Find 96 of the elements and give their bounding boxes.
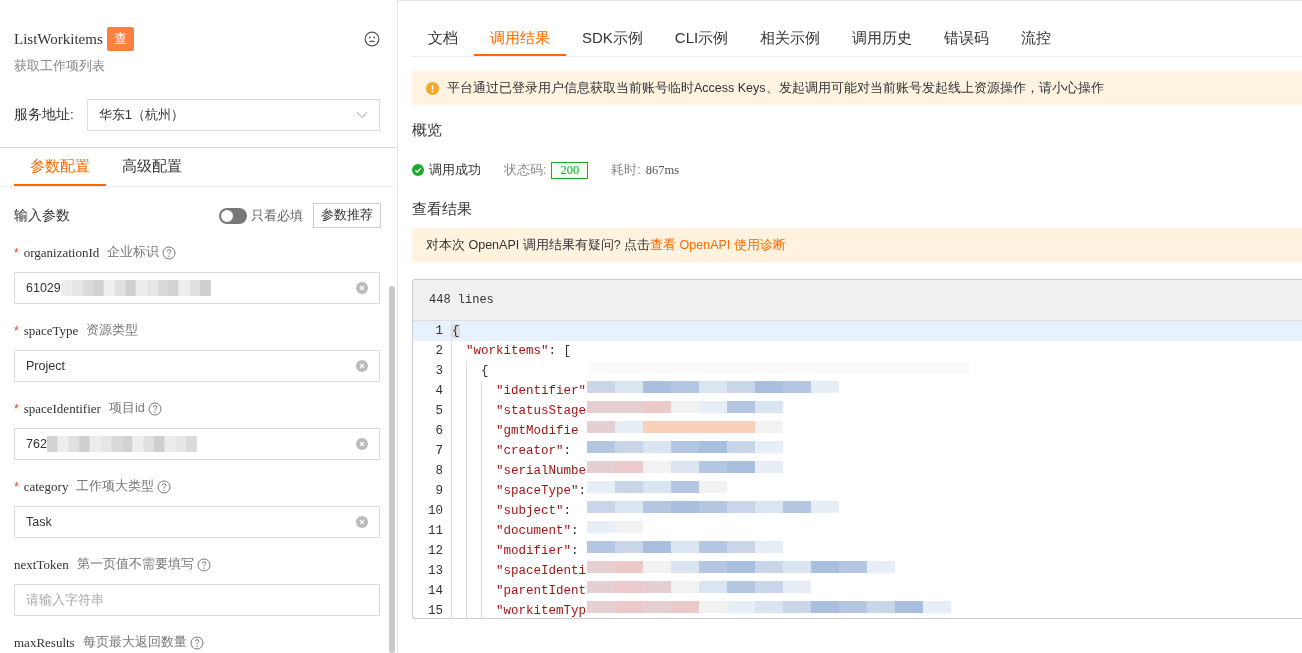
param-name: maxResults [14, 634, 75, 651]
line-number: 3 [434, 364, 444, 378]
elapsed-time: 867ms [645, 162, 680, 178]
required-asterisk: * [14, 245, 19, 260]
help-icon[interactable] [147, 401, 162, 416]
line-number: 11 [427, 524, 444, 538]
help-icon[interactable] [162, 245, 177, 260]
required-only-toggle[interactable] [219, 207, 247, 224]
required-asterisk: * [14, 401, 19, 416]
json-key: "statusStage [496, 404, 586, 418]
line-number: 8 [434, 464, 444, 478]
line-number: 1 [434, 324, 444, 338]
line-number: 2 [434, 344, 444, 358]
required-asterisk: * [14, 479, 19, 494]
result-tab[interactable]: 文档 [412, 22, 474, 56]
json-punctuation: { [452, 324, 460, 338]
config-tab[interactable]: 高级配置 [106, 148, 198, 186]
region-select[interactable]: 华东1（杭州） [86, 99, 380, 131]
query-badge: 查 [106, 27, 134, 51]
elapsed-label: 耗时: [611, 161, 641, 179]
json-key: "serialNumbe [496, 464, 586, 478]
help-icon[interactable] [189, 635, 204, 650]
line-number: 14 [427, 584, 444, 598]
json-key: "gmtModifie [496, 424, 579, 438]
param-description: 资源类型 [86, 322, 139, 339]
recommend-button[interactable]: 参数推荐 [313, 203, 381, 228]
line-number: 6 [434, 424, 444, 438]
param-input[interactable]: 61029 [14, 272, 380, 304]
status-code-label: 状态码: [504, 161, 547, 179]
param-name: nextToken [14, 556, 69, 573]
json-punctuation: { [481, 364, 489, 378]
json-punctuation: : [578, 484, 587, 498]
line-number: 5 [434, 404, 444, 418]
line-count: 448 lines [429, 293, 494, 307]
line-number: 9 [434, 484, 444, 498]
call-status: 调用成功 [429, 161, 481, 179]
json-key: "workitems" [466, 344, 549, 358]
toggle-label: 只看必填 [251, 206, 303, 225]
results-title: 查看结果 [412, 200, 473, 219]
result-tab[interactable]: 流控 [1005, 22, 1068, 56]
json-key: "subject" [496, 504, 564, 518]
param-input[interactable]: 762 [14, 428, 380, 460]
result-tab[interactable]: 调用历史 [836, 22, 929, 56]
param-description: 每页最大返回数量 [82, 634, 187, 651]
section-title: 输入参数 [14, 206, 70, 225]
param-name: spaceIdentifier [23, 400, 101, 417]
clear-icon[interactable] [356, 516, 368, 528]
json-punctuation: : [ [548, 344, 572, 358]
service-address-label: 服务地址: [14, 106, 74, 124]
param-input[interactable]: Task [14, 506, 380, 538]
api-name: ListWorkitems [14, 30, 103, 48]
line-number: 4 [434, 384, 444, 398]
param-description: 工作项大类型 [76, 478, 155, 495]
json-key: "modifier" [496, 544, 571, 558]
warning-icon [426, 81, 439, 95]
param-name: spaceType [23, 322, 79, 339]
json-key: "spaceIdenti [496, 564, 586, 578]
param-input[interactable]: Project [14, 350, 380, 382]
param-description: 企业标识 [107, 244, 160, 261]
json-key: "workitemTyp [496, 604, 586, 618]
api-description: 获取工作项列表 [14, 57, 106, 75]
required-asterisk: * [14, 323, 19, 338]
frown-face-icon[interactable] [364, 31, 380, 47]
clear-icon[interactable] [356, 438, 368, 450]
result-tab[interactable]: 相关示例 [744, 22, 837, 56]
result-tab[interactable]: SDK示例 [566, 22, 659, 56]
line-number: 7 [434, 444, 444, 458]
line-number: 10 [427, 504, 444, 518]
json-key: "parentIdent [496, 584, 586, 598]
result-tab[interactable]: CLI示例 [658, 22, 745, 56]
json-punctuation: : [563, 444, 572, 458]
json-key: "creator" [496, 444, 564, 458]
help-icon[interactable] [196, 557, 211, 572]
line-number: 12 [427, 544, 444, 558]
param-name: organizationId [23, 244, 100, 261]
clear-icon[interactable] [356, 282, 368, 294]
help-icon[interactable] [157, 479, 172, 494]
param-name: category [23, 478, 69, 495]
hint-text: 对本次 OpenAPI 调用结果有疑问? 点击 [426, 236, 651, 254]
result-tab[interactable]: 错误码 [928, 22, 1006, 56]
json-punctuation: : [571, 524, 579, 538]
overview-title: 概览 [412, 121, 443, 140]
warning-text: 平台通过已登录用户信息获取当前账号临时Access Keys、发起调用可能对当前账号发起线上资源操作，请小心操作 [447, 79, 1104, 97]
chevron-down-icon [356, 111, 368, 119]
json-key: "identifier" [496, 384, 586, 398]
line-number: 15 [427, 604, 444, 618]
json-key: "document" [496, 524, 571, 538]
param-description: 第一页值不需要填写 [76, 556, 194, 573]
status-code-badge: 200 [551, 161, 589, 179]
json-punctuation: : [563, 504, 572, 518]
json-key: "spaceType" [496, 484, 579, 498]
json-punctuation: : [571, 544, 579, 558]
param-description: 项目id [108, 400, 145, 417]
scrollbar[interactable] [389, 286, 395, 653]
clear-icon[interactable] [356, 360, 368, 372]
line-number: 13 [427, 564, 444, 578]
